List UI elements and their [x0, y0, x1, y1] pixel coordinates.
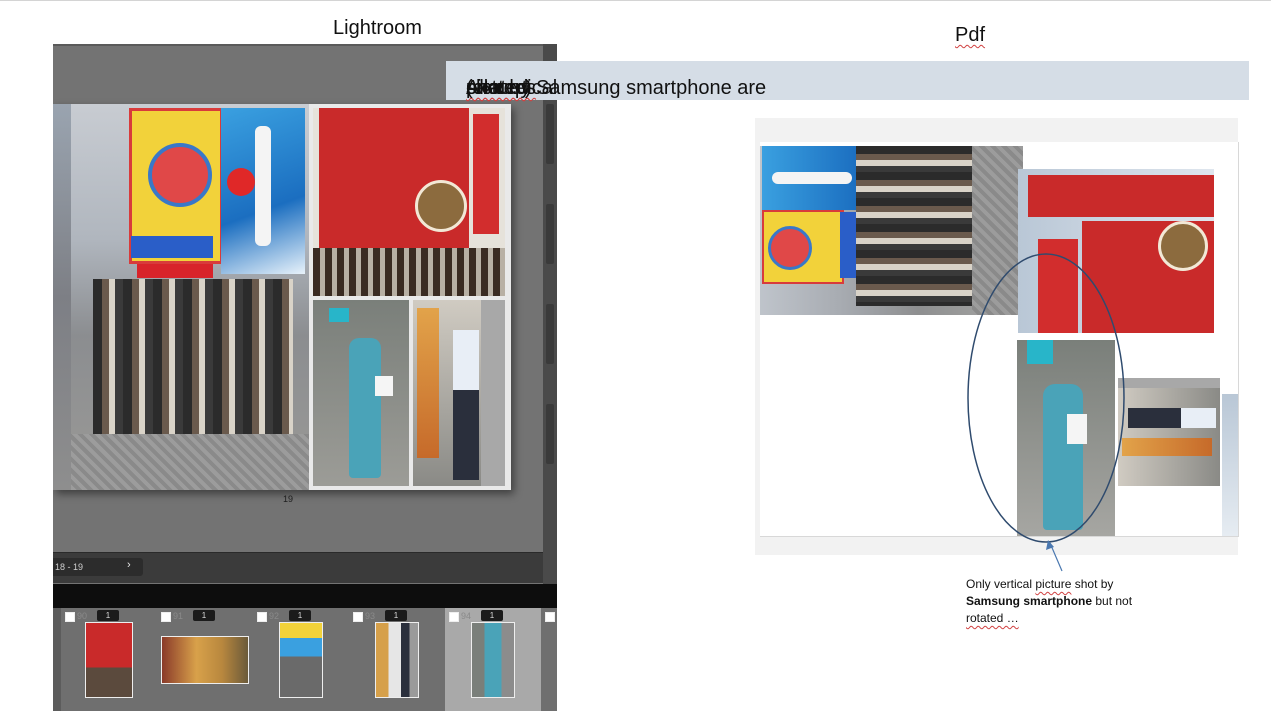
note-bold-text: Samsung smartphone	[966, 594, 1093, 608]
annotation-ellipse	[967, 253, 1125, 543]
note-text: picture	[1035, 577, 1072, 591]
note-text: Only vertical	[966, 577, 1036, 591]
note-text: rotated …	[966, 611, 1019, 625]
note-line-2: Samsung smartphone but not	[966, 593, 1196, 610]
note-text: but not	[1092, 594, 1133, 608]
note-text: shot by	[1071, 577, 1114, 591]
annotation-note: Only vertical picture shot by Samsung sm…	[966, 576, 1196, 627]
note-line-3: rotated …	[966, 610, 1196, 627]
note-line-1: Only vertical picture shot by	[966, 576, 1196, 593]
